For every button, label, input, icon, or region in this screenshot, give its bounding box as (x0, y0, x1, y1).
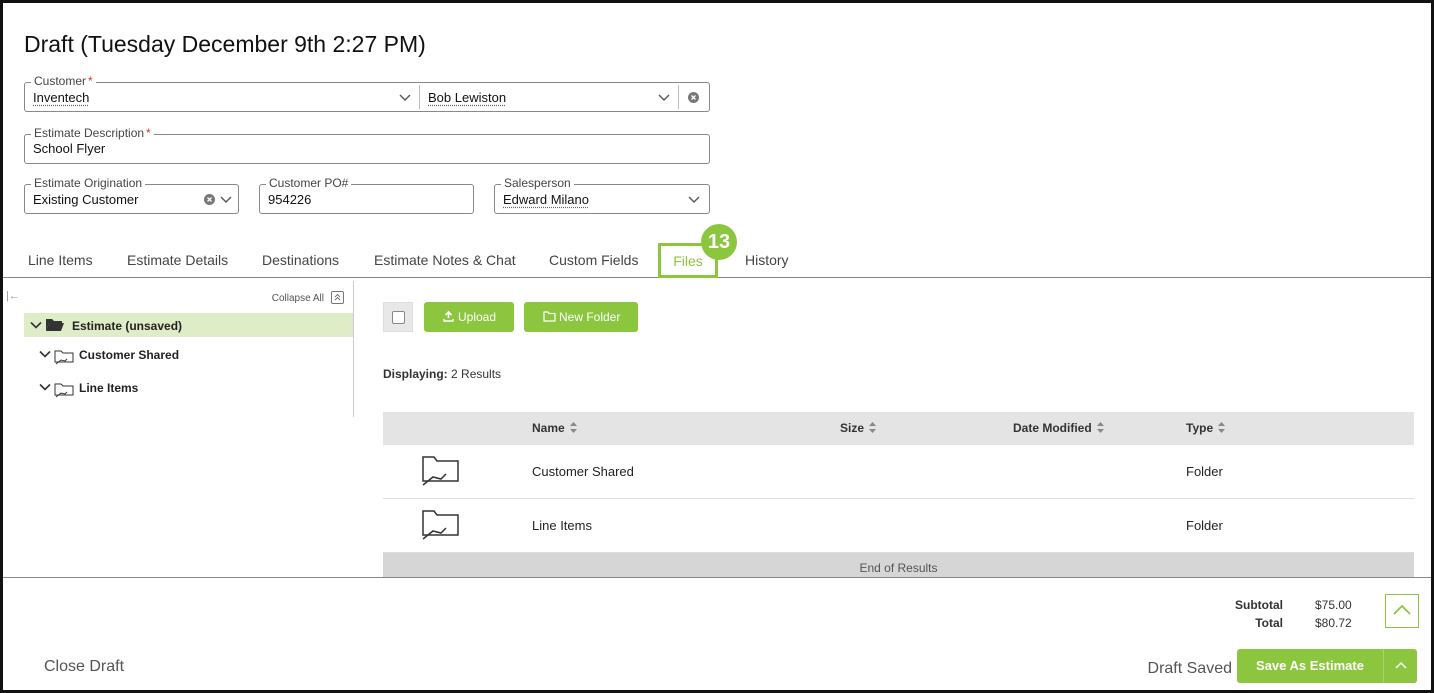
salesperson-select[interactable]: Edward Milano (503, 192, 589, 207)
chevron-down-icon[interactable] (39, 348, 51, 360)
subtotal-value: $75.00 (1315, 598, 1352, 612)
chevron-up-icon (1393, 604, 1411, 615)
description-input[interactable]: School Flyer (33, 141, 105, 156)
step-badge: 13 (701, 224, 737, 260)
file-type: Folder (1186, 518, 1223, 533)
collapse-all-link[interactable]: Collapse All (272, 293, 324, 304)
chevron-down-icon[interactable] (39, 381, 51, 393)
end-of-results: End of Results (383, 553, 1414, 579)
total-label: Total (1255, 616, 1283, 630)
tab-custom-fields[interactable]: Custom Fields (549, 252, 638, 268)
origination-label: Estimate Origination (31, 176, 146, 190)
clear-icon[interactable] (688, 92, 699, 103)
draft-saved-status: Draft Saved (1147, 660, 1232, 677)
required-marker: * (146, 126, 151, 140)
sort-icon (569, 422, 577, 433)
table-row[interactable]: Customer Shared Folder (383, 445, 1414, 499)
new-folder-button[interactable]: New Folder (524, 302, 638, 332)
estimate-description-field[interactable]: Estimate Description * School Flyer (24, 126, 710, 164)
chevron-up-icon (1395, 661, 1407, 669)
tree-item-label: Estimate (unsaved) (72, 319, 183, 333)
page-title: Draft (Tuesday December 9th 2:27 PM) (24, 31, 426, 57)
close-draft-button[interactable]: Close Draft (44, 658, 124, 676)
new-folder-label: New Folder (559, 310, 621, 324)
customer-label: Customer (34, 74, 87, 88)
file-type: Folder (1186, 464, 1223, 479)
po-input[interactable]: 954226 (268, 192, 311, 207)
footer-bar: Subtotal $75.00 Total $80.72 Close Draft… (3, 577, 1431, 690)
file-name: Line Items (532, 518, 592, 533)
chevron-down-icon[interactable] (687, 192, 701, 206)
scroll-to-top-button[interactable] (1385, 594, 1419, 628)
upload-button[interactable]: Upload (424, 302, 514, 332)
tree-item-customer-shared[interactable]: Customer Shared (39, 345, 339, 367)
save-options-dropdown[interactable] (1383, 649, 1417, 683)
divider (419, 85, 420, 109)
tab-estimate-notes-chat[interactable]: Estimate Notes & Chat (374, 252, 516, 268)
estimate-origination-field[interactable]: Estimate Origination Existing Customer (24, 176, 239, 214)
sort-icon (1096, 422, 1104, 433)
contact-select[interactable]: Bob Lewiston (428, 90, 506, 105)
upload-icon (443, 311, 454, 322)
results-count: Displaying: 2 Results (383, 367, 502, 381)
chevron-down-icon[interactable] (398, 90, 412, 104)
tab-history[interactable]: History (745, 252, 789, 268)
clear-icon[interactable] (204, 194, 215, 205)
tree-item-root[interactable]: Estimate (unsaved) (24, 313, 353, 337)
column-header-date-modified[interactable]: Date Modified (1013, 421, 1104, 435)
tree-item-label: Customer Shared (79, 348, 180, 362)
customer-field: Customer * Inventech Bob Lewiston (24, 74, 710, 112)
subtotal-label: Subtotal (1235, 598, 1283, 612)
folder-icon (543, 311, 556, 322)
save-as-estimate-button[interactable]: Save As Estimate (1237, 649, 1417, 683)
tab-destinations[interactable]: Destinations (262, 252, 339, 268)
shared-folder-icon (422, 510, 459, 540)
tab-estimate-details[interactable]: Estimate Details (127, 252, 228, 268)
column-header-size[interactable]: Size (840, 421, 877, 435)
file-name: Customer Shared (532, 464, 634, 479)
app-frame: Draft (Tuesday December 9th 2:27 PM) Cus… (0, 0, 1434, 693)
shared-folder-icon (54, 350, 74, 365)
chevron-down-icon[interactable] (30, 319, 42, 331)
column-header-type[interactable]: Type (1186, 421, 1226, 435)
open-folder-icon (46, 319, 64, 331)
collapse-panel-icon[interactable]: |← (6, 290, 20, 302)
upload-label: Upload (458, 310, 497, 324)
customer-po-field[interactable]: Customer PO# 954226 (259, 176, 474, 214)
customer-select[interactable]: Inventech (33, 90, 89, 105)
chevron-down-icon[interactable] (219, 192, 233, 206)
total-value: $80.72 (1315, 616, 1352, 630)
table-row[interactable]: Line Items Folder (383, 499, 1414, 553)
save-label: Save As Estimate (1256, 658, 1364, 673)
tree-item-line-items[interactable]: Line Items (39, 378, 339, 400)
chevron-down-icon[interactable] (657, 90, 671, 104)
required-marker: * (88, 74, 93, 88)
column-header-name[interactable]: Name (532, 421, 577, 435)
tree-item-label: Line Items (79, 381, 139, 395)
salesperson-label: Salesperson (501, 176, 574, 190)
table-header: Name Size Date Modified Type (383, 412, 1414, 445)
salesperson-field[interactable]: Salesperson Edward Milano (494, 176, 710, 214)
double-chevron-up-icon[interactable] (331, 291, 344, 304)
shared-folder-icon (422, 456, 459, 486)
shared-folder-icon (54, 383, 74, 398)
po-label: Customer PO# (266, 176, 352, 190)
sort-icon (869, 422, 877, 433)
sort-icon (1218, 422, 1226, 433)
folder-tree: |← Collapse All Estimate (unsaved) Custo… (3, 281, 354, 417)
tab-line-items[interactable]: Line Items (28, 252, 93, 268)
origination-select[interactable]: Existing Customer (33, 192, 138, 207)
select-all-checkbox[interactable] (383, 302, 413, 332)
divider (678, 85, 679, 109)
description-label: Estimate Description (34, 126, 145, 140)
